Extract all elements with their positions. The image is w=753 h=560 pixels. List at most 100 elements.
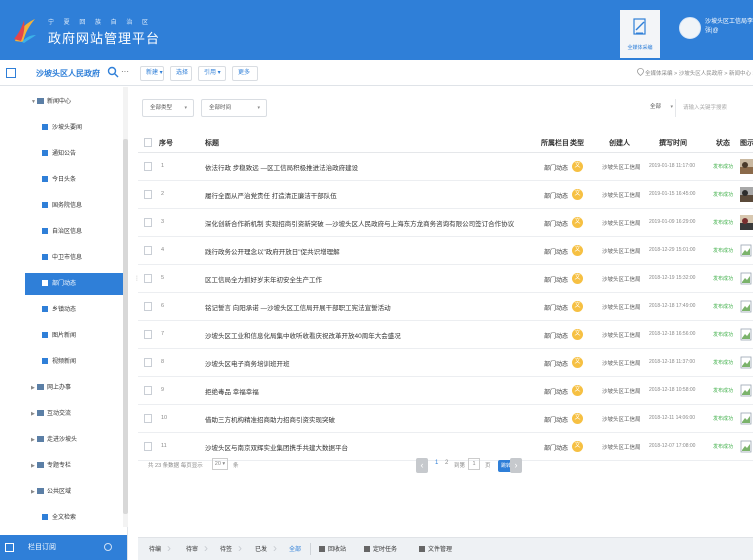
sidebar-item-2[interactable]: 今日头条 [25, 169, 123, 191]
table-row[interactable]: 4 践行政务公开理念以"政府开放日"促共识增理解 部门动态文 沙坡头区工信局 2018-… [138, 237, 753, 265]
tree-node-news-center[interactable]: ▼ 新闻中心 [25, 91, 123, 113]
sidebar-item-4[interactable]: 自治区信息 [25, 221, 123, 243]
row-checkbox[interactable] [144, 274, 152, 283]
broken-image-icon[interactable] [740, 243, 753, 258]
sidebar-item-5[interactable]: 中卫市信息 [25, 247, 123, 269]
col-header-title[interactable]: 标题 [205, 138, 219, 148]
recycle-bin-button[interactable]: 回收站 [319, 544, 346, 553]
broken-image-icon[interactable] [740, 355, 753, 370]
current-site-name[interactable]: 沙坡头区人民政府 [36, 68, 100, 79]
broken-image-icon[interactable] [740, 411, 753, 426]
page-size-select[interactable]: 20 ▾ [212, 458, 228, 470]
media-collect-button[interactable]: 全媒体采编 [620, 10, 660, 58]
avatar[interactable] [679, 17, 701, 39]
page-2[interactable]: 2 [445, 460, 448, 466]
file-management-button[interactable]: 文件管理 [419, 544, 452, 553]
article-title-link[interactable]: 铭记誓言 向阳承诺 —沙坡头区工信局开展干部职工宪法宣誓活动 [205, 302, 391, 312]
article-title-link[interactable]: 区工信局全力抓好岁末年初安全生产工作 [205, 274, 322, 284]
cite-button[interactable]: 引用 ▾ [198, 66, 226, 81]
table-row[interactable]: 1 依法行政 步稳致远 —区工信局积极推进法治政府建设 部门动态文 沙坡头区工信局 20… [138, 153, 753, 181]
table-row[interactable]: 9 拒绝毒品 幸福幸福 部门动态文 沙坡头区工信局 2018-12-18 10:58:0… [138, 377, 753, 405]
tree-node-about[interactable]: ▶ 走进沙坡头 [25, 429, 123, 451]
row-checkbox[interactable] [144, 330, 152, 339]
sidebar-item-3[interactable]: 国务院信息 [25, 195, 123, 217]
sidebar-item-7[interactable]: 乡镇动态 [25, 299, 123, 321]
row-checkbox[interactable] [144, 190, 152, 199]
article-title-link[interactable]: 借助三方机构精准招商助力招商引资实现突破 [205, 414, 335, 424]
table-row[interactable]: 10 借助三方机构精准招商助力招商引资实现突破 部门动态文 沙坡头区工信局 2018-1… [138, 405, 753, 433]
broken-image-icon[interactable] [740, 299, 753, 314]
row-checkbox[interactable] [144, 302, 152, 311]
table-row[interactable]: 2 履行全面从严治党责任 打造清正廉洁干部队伍 部门动态文 沙坡头区工信局 2019-0… [138, 181, 753, 209]
sidebar-item-8[interactable]: 图片新闻 [25, 325, 123, 347]
search-icon[interactable] [107, 66, 119, 78]
table-row[interactable]: 3 深化创新合作新机制 实现招商引资新突破 —沙坡头区人民政府与上海东方龙商务咨询… [138, 209, 753, 237]
tab-pending-review[interactable]: 待审 [186, 544, 198, 553]
column-subscribe-button[interactable]: 栏目订阅 [0, 535, 127, 560]
type-filter-select[interactable]: 全部类型 ▾ [142, 99, 194, 117]
row-checkbox[interactable] [144, 162, 152, 171]
tree-node-online-service[interactable]: ▶ 网上办事 [25, 377, 123, 399]
col-header-no[interactable]: 序号 [159, 138, 173, 148]
goto-page-input[interactable]: 1 [468, 458, 480, 470]
sidebar-item-9[interactable]: 视频新闻 [25, 351, 123, 373]
table-row[interactable]: 5 区工信局全力抓好岁末年初安全生产工作 部门动态文 沙坡头区工信局 2018-12-1… [138, 265, 753, 293]
scrollbar-thumb[interactable] [123, 139, 128, 514]
user-info[interactable]: 沙坡头区工信局李子编 张|@ [705, 18, 753, 36]
site-switch-icon[interactable] [6, 68, 16, 78]
broken-image-icon[interactable] [740, 383, 753, 398]
panel-splitter[interactable]: ⋮ [134, 275, 140, 285]
sidebar-item-6[interactable]: 部门动态 [25, 273, 123, 295]
table-row[interactable]: 6 铭记誓言 向阳承诺 —沙坡头区工信局开展干部职工宪法宣誓活动 部门动态文 沙坡头区… [138, 293, 753, 321]
article-title-link[interactable]: 履行全面从严治党责任 打造清正廉洁干部队伍 [205, 190, 337, 200]
select-button[interactable]: 选择 [170, 66, 192, 81]
article-title-link[interactable]: 依法行政 步稳致远 —区工信局积极推进法治政府建设 [205, 162, 358, 172]
tab-all[interactable]: 全部 [289, 544, 301, 553]
prev-page-button[interactable]: ‹ [416, 458, 428, 473]
row-checkbox[interactable] [144, 246, 152, 255]
new-button[interactable]: 新建 ▾ [140, 66, 164, 81]
tab-draft[interactable]: 待编 [149, 544, 161, 553]
article-title-link[interactable]: 践行政务公开理念以"政府开放日"促共识增理解 [205, 246, 340, 256]
row-checkbox[interactable] [144, 386, 152, 395]
table-row[interactable]: 7 沙坡头区工业和信息化局集中收听收看庆祝改革开放40周年大会盛况 部门动态文 沙坡头… [138, 321, 753, 349]
select-all-checkbox[interactable] [144, 138, 152, 147]
col-header-column[interactable]: 所属栏目 [541, 138, 569, 148]
article-title-link[interactable]: 沙坡头区工业和信息化局集中收听收看庆祝改革开放40周年大会盛况 [205, 330, 401, 340]
more-button[interactable]: 更多 [232, 66, 258, 81]
row-checkbox[interactable] [144, 442, 152, 451]
article-title-link[interactable]: 沙坡头区电子商务培训班开班 [205, 358, 290, 368]
sidebar-item-0[interactable]: 沙坡头要闻 [25, 117, 123, 139]
sidebar-scrollbar[interactable] [123, 87, 128, 527]
thumbnail-image[interactable] [740, 159, 753, 174]
time-filter-select[interactable]: 全部时间 ▾ [201, 99, 267, 117]
site-more-button[interactable]: ··· [121, 67, 129, 76]
tree-node-topics[interactable]: ▶ 专题专栏 [25, 455, 123, 477]
col-header-type[interactable]: 类型 [570, 138, 584, 148]
col-header-creator[interactable]: 创建人 [609, 138, 630, 148]
sidebar-item-full-text[interactable]: 全文检索 [25, 507, 123, 529]
col-header-image[interactable]: 图示 [740, 138, 753, 148]
tab-pending-sign[interactable]: 待签 [220, 544, 232, 553]
col-header-status[interactable]: 状态 [716, 138, 730, 148]
thumbnail-image[interactable] [740, 215, 753, 230]
row-checkbox[interactable] [144, 218, 152, 227]
tree-node-public-area[interactable]: ▶ 公共区域 [25, 481, 123, 503]
keyword-search-input[interactable]: 请输入关键字搜索 [675, 99, 753, 117]
col-header-time[interactable]: 撰写时间 [659, 138, 687, 148]
gear-icon[interactable] [104, 543, 112, 551]
scheduled-task-button[interactable]: 定时任务 [364, 544, 397, 553]
broken-image-icon[interactable] [740, 271, 753, 286]
row-checkbox[interactable] [144, 414, 152, 423]
page-1[interactable]: 1 [435, 460, 438, 466]
sidebar-item-1[interactable]: 通知公告 [25, 143, 123, 165]
article-title-link[interactable]: 沙坡头区与南京双辉实业集团携手共建大数据平台 [205, 442, 348, 452]
next-page-button[interactable]: › [510, 458, 522, 473]
article-title-link[interactable]: 深化创新合作新机制 实现招商引资新突破 —沙坡头区人民政府与上海东方龙商务咨询有… [205, 218, 514, 228]
tree-node-interaction[interactable]: ▶ 互动交流 [25, 403, 123, 425]
row-checkbox[interactable] [144, 358, 152, 367]
broken-image-icon[interactable] [740, 439, 753, 454]
thumbnail-image[interactable] [740, 187, 753, 202]
scope-select[interactable]: 全部 ▾ [643, 99, 675, 117]
broken-image-icon[interactable] [740, 327, 753, 342]
